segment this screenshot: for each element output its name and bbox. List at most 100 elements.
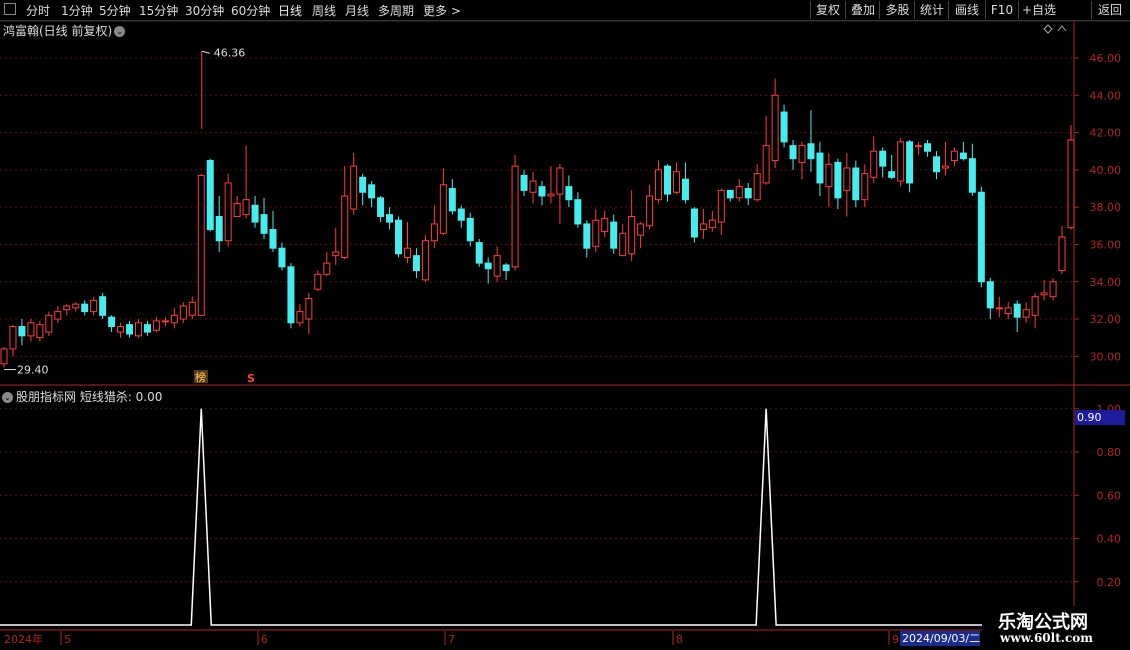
candle-body [672,171,680,193]
candle-body [968,158,976,193]
candle-body [242,199,250,216]
candle-body [726,189,734,199]
candle-body [18,326,26,337]
candle-body [538,186,546,197]
candle-body [359,176,367,193]
candle-body [744,188,752,199]
candle-body [780,111,788,143]
candle-body [1058,236,1066,272]
current-value-label: 0.90 [1075,410,1125,425]
diamond-icon [1043,24,1053,34]
candle-body [1067,139,1075,229]
time-axis-label: 7 [448,633,455,646]
candle-body [628,215,636,255]
candle-body [475,242,483,264]
time-axis-label: 6 [261,633,268,646]
candle-body [1040,292,1048,296]
price-tick-label: 38.00 [1090,201,1122,214]
candle-body [619,232,627,257]
candle-body [421,240,429,281]
candle-body [852,167,860,201]
candle-body [484,262,492,270]
candle-body [1031,296,1039,316]
candle-body [637,223,645,236]
candle-body [655,169,663,201]
indicator-tick-label: 0.20 [1097,576,1122,589]
price-tick-label: 46.00 [1090,52,1122,65]
candle-body [941,165,949,169]
candle-body [99,296,107,316]
candle-body [511,165,519,268]
candle-body [377,197,385,217]
candle-body [63,305,71,311]
indicator-tick-label: 0.80 [1097,446,1122,459]
candle-body [843,167,851,191]
candle-body [368,184,376,199]
time-axis-label: 2024年 [4,632,43,646]
candle-body [323,262,331,275]
watermark-logo: 乐淘公式网 www.60lt.com [982,606,1130,650]
candle-body [699,223,707,231]
candle-body [717,189,725,223]
candle-body [1022,309,1030,318]
candle-body [134,322,142,337]
candle-body [1049,281,1057,298]
candle-body [287,266,295,324]
chart-canvas: 30.00 32.00 34.00 36.00 38.00 40.00 42.00 44.00… [0,20,1130,646]
candle-body [72,303,80,309]
candle-body [753,173,761,201]
candle-body [412,255,420,272]
candle-body [161,320,169,323]
time-axis-label: 8 [676,633,683,646]
main-pane-title: 鸿富翰(日线 前复权) [3,24,113,38]
candle-body [143,324,151,333]
candle-body [986,281,994,309]
indicator-line [0,408,1074,626]
candle-body [206,160,214,231]
candle-body [233,202,241,217]
candle-body [466,217,474,242]
candle-body [215,215,223,242]
indicator-tick-label: 0.40 [1097,533,1122,546]
candle-body [959,152,967,160]
candle-body [430,223,438,242]
candle-body [610,221,618,249]
candle-body [269,229,277,249]
current-date-label: 2024/09/03/二 [900,631,980,646]
candle-body [27,322,35,337]
candle-body [126,324,134,335]
candle-body [117,326,125,333]
price-tick-label: 32.00 [1090,313,1122,326]
candle-body [735,186,743,199]
candle-body [305,298,313,320]
candle-body [395,219,403,255]
chevron-down-icon[interactable]: ⌄ [114,26,126,37]
candle-body [260,214,268,234]
candle-body [807,143,815,160]
candle-body [861,173,869,201]
candle-body [170,314,178,324]
candle-body [574,199,582,225]
candle-body [556,167,564,195]
time-axis-label: 9 [892,633,899,646]
price-tick-label: 34.00 [1090,276,1122,289]
candle-body [502,264,510,272]
candle-body [179,305,187,320]
chevron-down-icon[interactable]: ⌄ [2,392,13,403]
candle-body [36,324,44,339]
low-marker-label: 29.40 [17,364,49,377]
candle-body [762,145,770,184]
candle-body [888,171,896,178]
candle-body [915,145,923,148]
candle-body [592,219,600,247]
price-tick-label: 36.00 [1090,238,1122,251]
bang-tag: 榜 [195,370,206,384]
candle-body [924,143,932,152]
candle-body [565,186,573,201]
candle-body [457,208,465,221]
candle-body [278,247,286,268]
candle-body [950,150,958,162]
price-tick-label: 42.00 [1090,127,1122,140]
candle-body [448,188,456,212]
candle-body [601,217,609,232]
